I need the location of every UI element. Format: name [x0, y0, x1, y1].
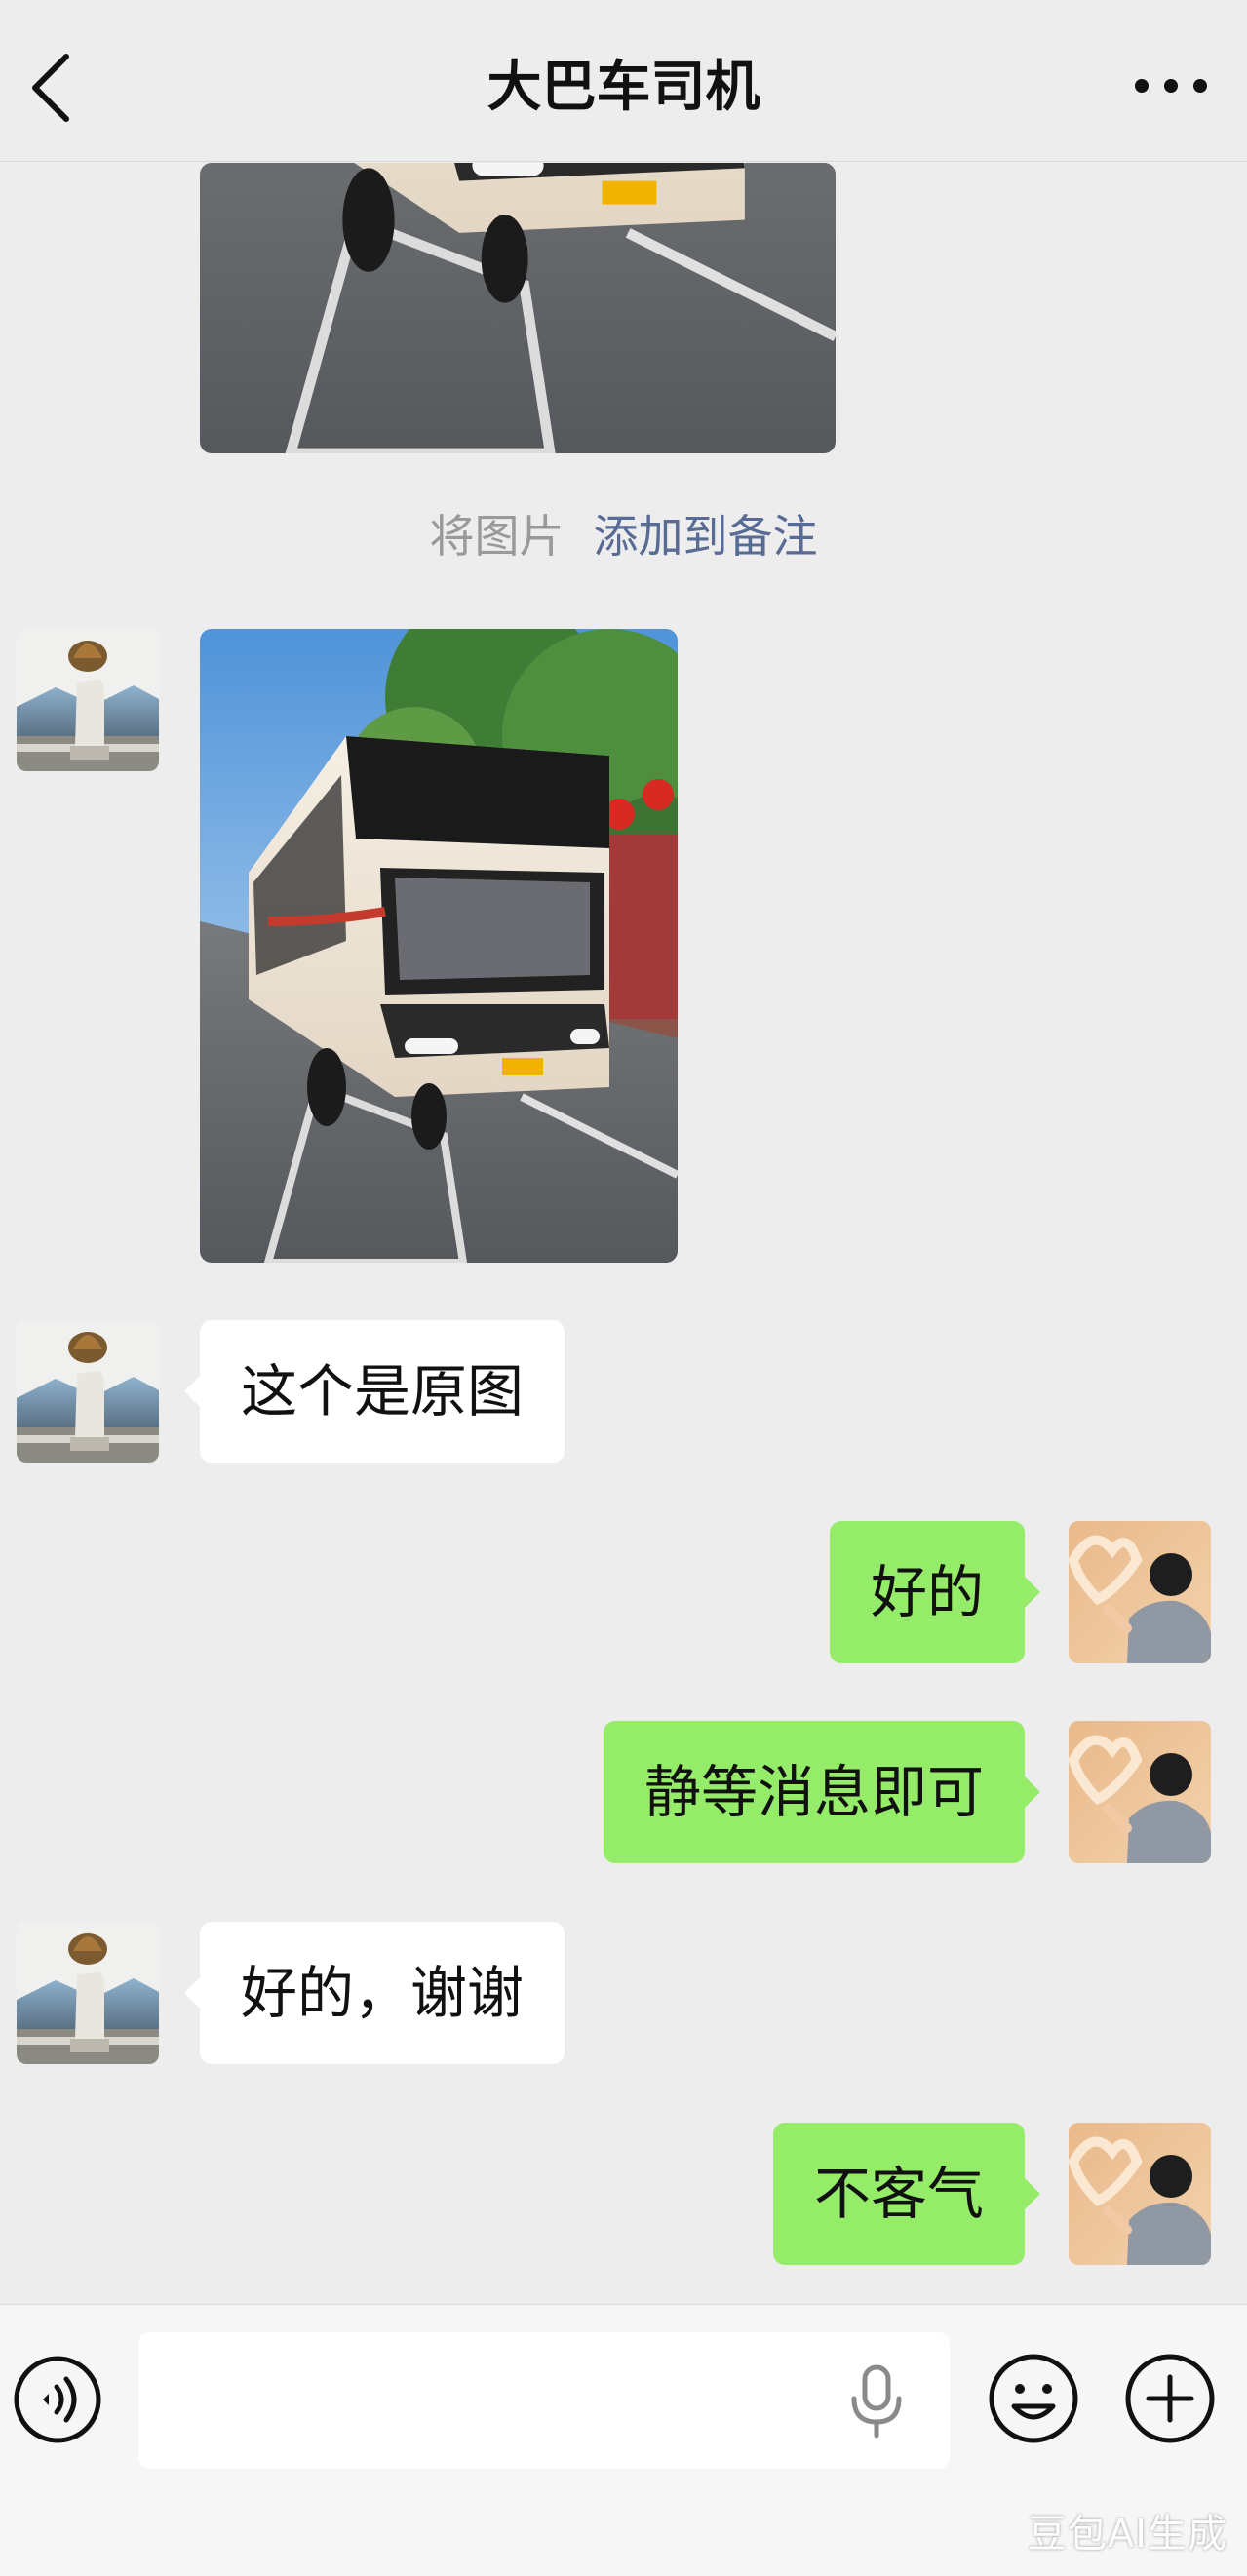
contact-avatar[interactable] [17, 629, 159, 771]
voice-toggle-button[interactable] [12, 2354, 103, 2445]
emoji-button[interactable] [987, 2352, 1080, 2445]
input-bar: 豆包AI生成 [0, 2304, 1247, 2576]
message-bubble-outgoing[interactable]: 不客气 [772, 2123, 1041, 2265]
user-avatar[interactable] [1069, 1521, 1211, 1663]
chat-title: 大巴车司机 [487, 56, 760, 119]
message-bubble-outgoing[interactable]: 好的 [829, 1521, 1041, 1663]
contact-avatar[interactable] [17, 1922, 159, 2064]
more-dots-icon [1135, 79, 1207, 93]
emoji-icon [989, 2354, 1078, 2443]
message-input[interactable] [138, 2332, 950, 2469]
more-button[interactable] [1132, 64, 1210, 107]
bus-photo[interactable] [200, 629, 678, 1263]
more-functions-button[interactable] [1123, 2352, 1217, 2445]
user-avatar[interactable] [1069, 1721, 1211, 1863]
message-list[interactable]: 将图片 添加到备注 这个是原图 好的 静等消息即可 好的，谢谢 不客气 [0, 163, 1247, 2304]
note-hint-text: 将图片 [429, 510, 565, 563]
add-to-note-link[interactable]: 添加到备注 [594, 510, 818, 563]
microphone-icon[interactable] [846, 2361, 907, 2439]
message-bubble-outgoing[interactable]: 静等消息即可 [603, 1721, 1041, 1863]
ai-watermark: 豆包AI生成 [1027, 2512, 1228, 2556]
message-bubble-incoming[interactable]: 这个是原图 [183, 1320, 565, 1463]
user-avatar[interactable] [1069, 2123, 1211, 2265]
note-hint: 将图片 添加到备注 [0, 499, 1247, 573]
voice-icon [14, 2356, 101, 2443]
message-bubble-incoming[interactable]: 好的，谢谢 [183, 1922, 565, 2064]
chat-header: 大巴车司机 [0, 0, 1247, 162]
bus-photo-partial[interactable] [200, 163, 836, 453]
contact-avatar[interactable] [17, 1320, 159, 1463]
plus-icon [1125, 2354, 1215, 2443]
